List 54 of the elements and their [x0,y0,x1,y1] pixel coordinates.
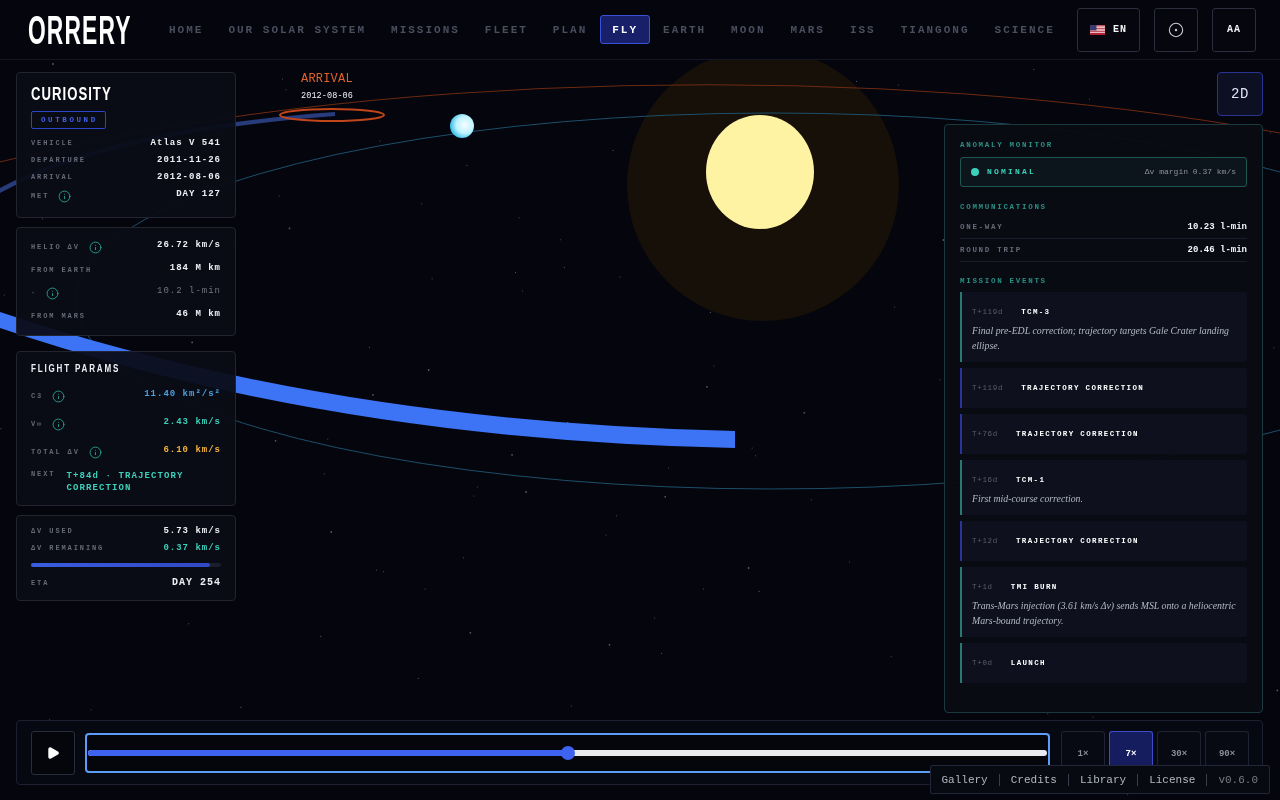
text-size-button[interactable]: AA [1212,7,1256,52]
event-description: Trans-Mars injection (3.61 km/s Δv) sends MSL onto a heliocentric Mars-bound trajectory. [972,599,1237,628]
circle-dot-button[interactable] [1154,7,1198,52]
info-icon[interactable] [58,189,72,203]
field-value: 26.72 km/s [157,239,221,251]
card-title: FLIGHT PARAMS [31,361,121,375]
language-button[interactable]: EN [1077,7,1140,52]
field-value: 10.23 l-min [1187,222,1247,232]
field-value: 2011-11-26 [157,154,221,166]
timeline-slider[interactable] [85,732,1050,773]
field-value: 0.37 km/s [163,542,221,554]
info-icon[interactable] [88,240,102,254]
play-icon [46,745,60,760]
arrival-label: ARRIVAL [301,73,353,86]
field-value: 20.46 l-min [1187,245,1247,255]
arrival-date: 2012-08-06 [301,91,353,101]
footer-link[interactable]: License [1149,773,1196,786]
footer-link[interactable]: Gallery [941,773,988,786]
field-value: 2012-08-06 [157,171,221,183]
slider-thumb[interactable] [560,745,575,760]
view-mode-button[interactable]: 2D [1217,72,1263,116]
play-button[interactable] [31,730,75,775]
field-value: 2.43 km/s [163,416,221,428]
field-value: 5.73 km/s [163,525,221,537]
speed-button[interactable]: 1× [1061,731,1105,765]
version-label: v0.6.0 [1218,773,1258,786]
footer-link[interactable]: Library [1079,773,1127,786]
planet [450,114,474,138]
field-value: 11.40 km²/s² [144,388,221,400]
margin-text: Δv margin 0.37 km/s [1144,167,1236,177]
field-value: 184 M km [169,262,221,274]
speed-button[interactable]: 30× [1157,731,1201,765]
speed-button[interactable]: 90× [1205,731,1249,765]
info-icon[interactable] [52,389,66,403]
info-icon[interactable] [46,286,60,300]
field-value: DAY 127 [176,188,221,200]
speed-button[interactable]: 7× [1109,731,1153,765]
field-value: DAY 254 [172,577,221,589]
info-icon[interactable] [52,417,66,431]
footer-link[interactable]: Credits [1010,773,1057,786]
field-value: 10.2 l-min [157,285,221,297]
nav-tab[interactable]: FLY [600,15,651,44]
app-logo[interactable]: ORRERY [28,13,132,46]
circle-dot-icon [1168,21,1184,38]
status-text: NOMINAL [987,167,1036,177]
info-icon[interactable] [88,445,102,459]
field-value: 46 M km [176,308,221,320]
flag-icon [1090,24,1105,35]
event-description: Final pre-EDL correction; trajectory targets Gale Crater landing ellipse. [972,324,1230,353]
field-value: 6.10 km/s [163,444,221,456]
event-description: First mid-course correction. [972,492,1084,506]
field-value: Atlas V 541 [150,137,221,149]
field-value: T+84d · TRAJECTORY CORRECTION [66,470,185,494]
mission-name: CURIOSITY [31,86,112,102]
